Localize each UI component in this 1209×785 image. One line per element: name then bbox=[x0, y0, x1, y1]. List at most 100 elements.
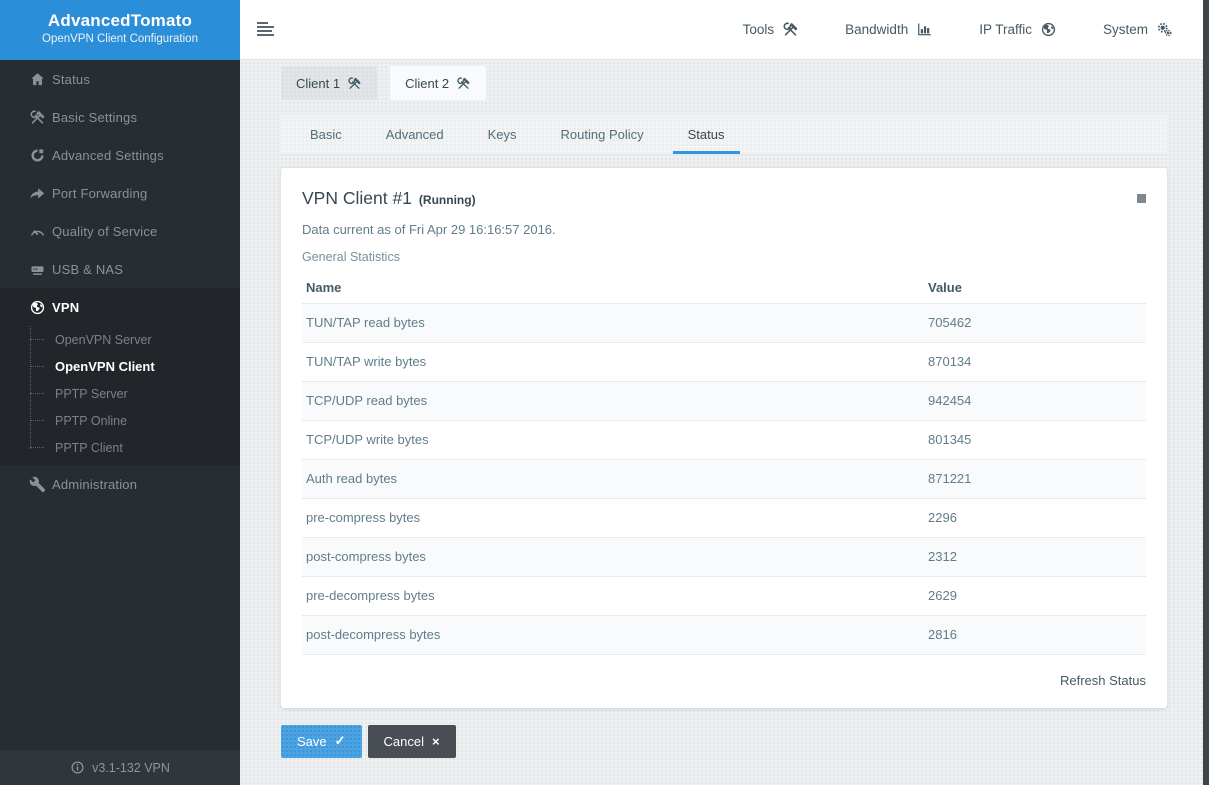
tree-connector-icon bbox=[30, 393, 44, 394]
sidebar-item-administration[interactable]: Administration bbox=[0, 465, 240, 503]
sidebar-item-label: Status bbox=[52, 72, 90, 87]
stat-value: 801345 bbox=[924, 420, 1146, 459]
settings-circle-icon bbox=[29, 147, 46, 164]
sidebar-subitem-label: PPTP Server bbox=[55, 387, 128, 401]
sidebar-item-openvpn-server[interactable]: OpenVPN Server bbox=[0, 326, 240, 353]
sidebar-item-openvpn-client[interactable]: OpenVPN Client bbox=[0, 353, 240, 380]
tab-client-2[interactable]: Client 2 bbox=[390, 66, 486, 100]
gears-icon bbox=[1156, 21, 1173, 38]
stat-name: post-compress bytes bbox=[302, 537, 924, 576]
table-row: TUN/TAP write bytes 870134 bbox=[302, 342, 1146, 381]
statistics-table: Name Value TUN/TAP read bytes 705462 TUN… bbox=[302, 273, 1146, 655]
stat-name: TCP/UDP write bytes bbox=[302, 420, 924, 459]
tree-connector-icon bbox=[30, 420, 44, 421]
sidebar-item-qos[interactable]: Quality of Service bbox=[0, 212, 240, 250]
sidebar-item-pptp-server[interactable]: PPTP Server bbox=[0, 380, 240, 407]
sidebar-item-label: USB & NAS bbox=[52, 262, 123, 277]
bar-chart-icon bbox=[916, 21, 933, 38]
stat-value: 871221 bbox=[924, 459, 1146, 498]
subtab-bar: Basic Advanced Keys Routing Policy Statu… bbox=[281, 115, 1167, 155]
table-row: TCP/UDP read bytes 942454 bbox=[302, 381, 1146, 420]
check-icon: ✓ bbox=[335, 733, 346, 749]
tab-routing-policy[interactable]: Routing Policy bbox=[546, 115, 659, 154]
topnav-tools[interactable]: Tools bbox=[743, 21, 800, 38]
forward-arrow-icon bbox=[29, 185, 46, 202]
gauge-icon bbox=[29, 223, 46, 240]
topnav-ip-traffic[interactable]: IP Traffic bbox=[979, 21, 1057, 38]
globe-icon bbox=[29, 299, 46, 316]
tab-basic[interactable]: Basic bbox=[295, 115, 357, 154]
save-label: Save bbox=[297, 734, 327, 749]
tools-icon bbox=[456, 76, 471, 91]
stat-name: post-decompress bytes bbox=[302, 615, 924, 654]
app-title: AdvancedTomato bbox=[0, 11, 240, 31]
topnav-label: System bbox=[1103, 22, 1148, 37]
save-button[interactable]: Save ✓ bbox=[281, 725, 362, 758]
sidebar-item-label: Administration bbox=[52, 477, 137, 492]
stat-value: 870134 bbox=[924, 342, 1146, 381]
vpn-submenu: OpenVPN Server OpenVPN Client PPTP Serve… bbox=[0, 326, 240, 465]
collapse-square-icon[interactable] bbox=[1137, 194, 1146, 203]
stat-value: 705462 bbox=[924, 303, 1146, 342]
topnav: Tools Bandwidth IP Traffic System bbox=[743, 21, 1203, 38]
tab-label: Client 2 bbox=[405, 76, 449, 91]
column-header-value: Value bbox=[924, 273, 1146, 303]
table-row: Auth read bytes 871221 bbox=[302, 459, 1146, 498]
section-label: General Statistics bbox=[302, 250, 1146, 264]
sidebar: AdvancedTomato OpenVPN Client Configurat… bbox=[0, 0, 240, 785]
tree-connector-icon bbox=[30, 339, 44, 340]
info-icon bbox=[70, 760, 85, 775]
table-header-row: Name Value bbox=[302, 273, 1146, 303]
table-row: post-compress bytes 2312 bbox=[302, 537, 1146, 576]
topnav-label: IP Traffic bbox=[979, 22, 1032, 37]
stat-name: pre-compress bytes bbox=[302, 498, 924, 537]
tab-client-1[interactable]: Client 1 bbox=[281, 66, 377, 100]
table-row: pre-compress bytes 2296 bbox=[302, 498, 1146, 537]
wrench-icon bbox=[29, 476, 46, 493]
stat-value: 2296 bbox=[924, 498, 1146, 537]
tab-keys[interactable]: Keys bbox=[473, 115, 532, 154]
sidebar-item-status[interactable]: Status bbox=[0, 60, 240, 98]
tab-advanced[interactable]: Advanced bbox=[371, 115, 459, 154]
tools-icon bbox=[29, 109, 46, 126]
sidebar-item-usb-nas[interactable]: USB & NAS bbox=[0, 250, 240, 288]
stat-value: 2816 bbox=[924, 615, 1146, 654]
sidebar-vpn-group: VPN OpenVPN Server OpenVPN Client PPTP S… bbox=[0, 288, 240, 465]
sidebar-item-label: Basic Settings bbox=[52, 110, 137, 125]
refresh-status-link[interactable]: Refresh Status bbox=[1060, 673, 1146, 688]
sidebar-item-port-forwarding[interactable]: Port Forwarding bbox=[0, 174, 240, 212]
sidebar-item-vpn[interactable]: VPN bbox=[0, 288, 240, 326]
data-current-text: Data current as of Fri Apr 29 16:16:57 2… bbox=[302, 222, 1146, 237]
main-content: Client 1 Client 2 Basic Advanced Keys Ro… bbox=[240, 61, 1203, 785]
tree-connector-icon bbox=[30, 447, 44, 448]
stat-value: 2629 bbox=[924, 576, 1146, 615]
sidebar-subitem-label: PPTP Client bbox=[55, 441, 123, 455]
stat-name: pre-decompress bytes bbox=[302, 576, 924, 615]
cancel-label: Cancel bbox=[384, 734, 424, 749]
menu-toggle-icon[interactable] bbox=[251, 16, 280, 44]
sidebar-item-advanced-settings[interactable]: Advanced Settings bbox=[0, 136, 240, 174]
panel-header: VPN Client #1 (Running) bbox=[302, 168, 1146, 209]
status-panel: VPN Client #1 (Running) Data current as … bbox=[281, 168, 1167, 708]
tab-status[interactable]: Status bbox=[673, 115, 740, 154]
globe-icon bbox=[1040, 21, 1057, 38]
stat-name: TUN/TAP read bytes bbox=[302, 303, 924, 342]
stat-name: TCP/UDP read bytes bbox=[302, 381, 924, 420]
stat-value: 2312 bbox=[924, 537, 1146, 576]
sidebar-item-basic-settings[interactable]: Basic Settings bbox=[0, 98, 240, 136]
table-row: post-decompress bytes 2816 bbox=[302, 615, 1146, 654]
scrollbar[interactable] bbox=[1203, 0, 1209, 785]
sidebar-subitem-label: OpenVPN Client bbox=[55, 359, 155, 374]
close-icon: × bbox=[432, 734, 440, 749]
topnav-label: Tools bbox=[743, 22, 775, 37]
topnav-system[interactable]: System bbox=[1103, 21, 1173, 38]
sidebar-item-pptp-client[interactable]: PPTP Client bbox=[0, 434, 240, 461]
topnav-label: Bandwidth bbox=[845, 22, 908, 37]
sidebar-item-pptp-online[interactable]: PPTP Online bbox=[0, 407, 240, 434]
action-buttons: Save ✓ Cancel × bbox=[281, 725, 1167, 758]
topnav-bandwidth[interactable]: Bandwidth bbox=[845, 21, 933, 38]
client-tabs: Client 1 Client 2 bbox=[281, 66, 1167, 100]
cancel-button[interactable]: Cancel × bbox=[368, 725, 456, 758]
sidebar-subitem-label: PPTP Online bbox=[55, 414, 127, 428]
page-subtitle: OpenVPN Client Configuration bbox=[0, 33, 240, 45]
